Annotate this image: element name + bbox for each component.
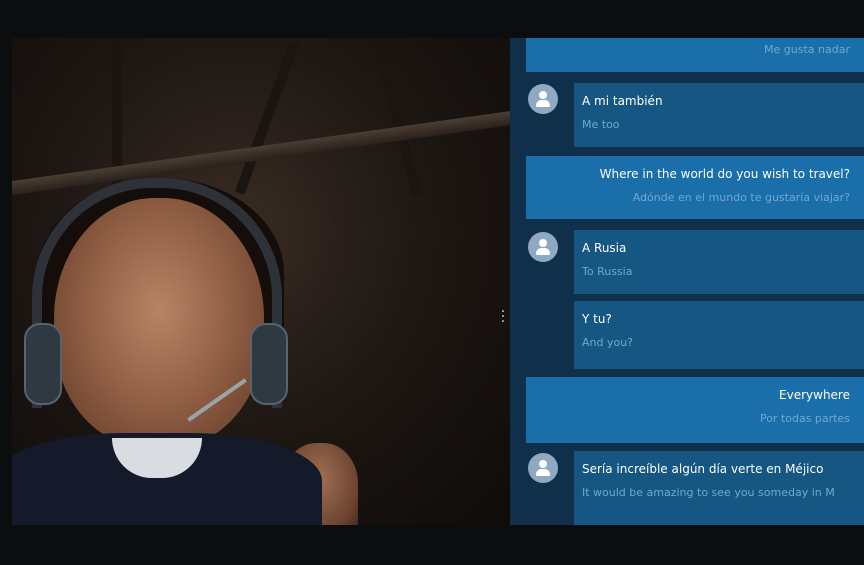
message-translation: Por todas partes: [759, 412, 850, 425]
ceiling-rafter: [234, 41, 300, 195]
headset-earcup-right: [250, 323, 288, 405]
message-translation: And you?: [582, 336, 634, 349]
person-avatar-icon: [528, 84, 558, 114]
message-text: Where in the world do you wish to travel…: [599, 167, 850, 181]
headset: [32, 178, 282, 408]
video-feed: [12, 38, 510, 525]
translation-chat-panel[interactable]: Me gusta nadar A mi también Me too Where…: [510, 38, 864, 525]
message-translation: It would be amazing to see you someday i…: [582, 486, 835, 499]
message-text: A mi también: [582, 94, 663, 108]
message-translation: To Russia: [582, 265, 633, 278]
ceiling-rafter: [371, 39, 423, 197]
message-translation: Adónde en el mundo te gustaría viajar?: [632, 191, 850, 204]
message-received-2: A Rusia To Russia: [574, 230, 864, 294]
message-text: Y tu?: [582, 312, 612, 326]
message-translation: Me too: [582, 118, 620, 131]
person-avatar-icon: [528, 232, 558, 262]
message-sent-3: Everywhere Por todas partes: [526, 377, 864, 443]
message-text: A Rusia: [582, 241, 627, 255]
message-text: Everywhere: [779, 388, 850, 402]
message-received-1: A mi también Me too: [574, 83, 864, 147]
message-sent-1: Me gusta nadar: [526, 38, 864, 72]
person-avatar-icon: [528, 453, 558, 483]
message-received-4: Sería increíble algún día verte en Méjic…: [574, 451, 864, 525]
message-translation: Me gusta nadar: [764, 43, 850, 56]
call-window: · · · Me gusta nadar A mi también Me too W…: [12, 38, 864, 525]
headset-earcup-left: [24, 323, 62, 405]
message-received-3: Y tu? And you?: [574, 301, 864, 369]
vertical-ellipsis-icon[interactable]: · · ·: [498, 305, 508, 329]
message-sent-2: Where in the world do you wish to travel…: [526, 156, 864, 219]
message-text: Sería increíble algún día verte en Méjic…: [582, 462, 824, 476]
